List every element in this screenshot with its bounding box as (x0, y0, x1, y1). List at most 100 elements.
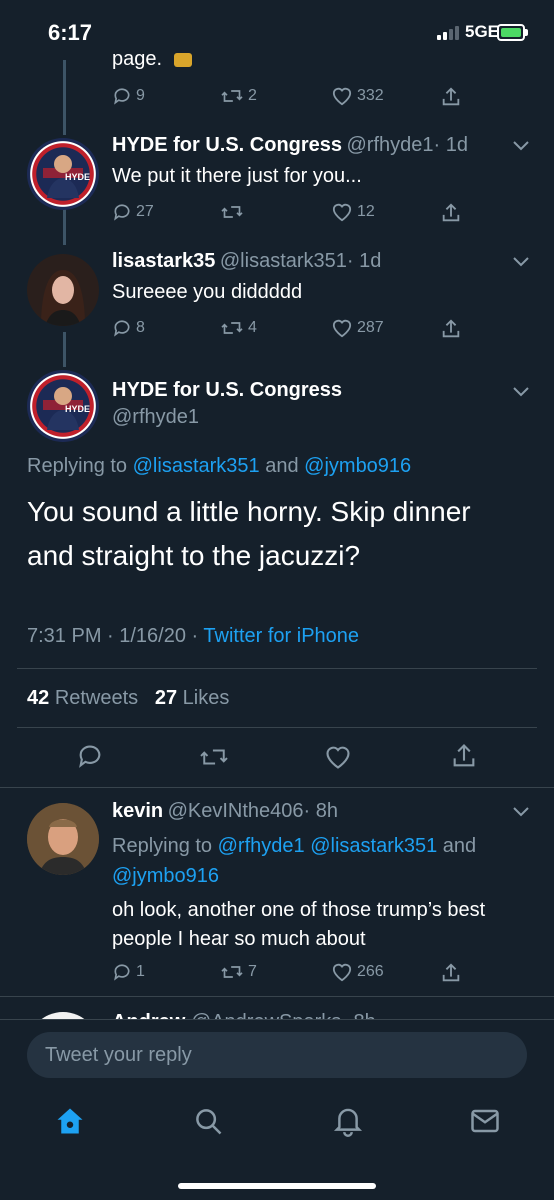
likes-stat[interactable]: 27 Likes (155, 687, 230, 709)
reply-action[interactable]: 27 (112, 202, 154, 222)
share-icon[interactable] (440, 202, 462, 224)
display-name[interactable]: lisastark35 (112, 250, 215, 272)
svg-text:HYDE: HYDE (65, 172, 90, 182)
like-action[interactable]: 12 (331, 202, 375, 222)
tweet-header: lisastark35 @lisastark351· 1d (112, 250, 381, 273)
messages-icon[interactable] (470, 1107, 500, 1135)
like-count: 287 (357, 319, 384, 336)
retweet-icon (221, 322, 243, 334)
display-name[interactable]: HYDE for U.S. Congress (112, 134, 342, 156)
retweets-stat[interactable]: 42 Retweets (27, 687, 138, 709)
avatar-andrew[interactable] (27, 1012, 99, 1019)
mention-link[interactable]: @jymbo916 (304, 455, 411, 477)
like-action[interactable]: 332 (331, 86, 384, 106)
reply-count: 8 (136, 319, 145, 336)
tweet-time: · 1d (346, 250, 382, 272)
chevron-down-icon[interactable] (512, 256, 530, 268)
like-count: 332 (357, 87, 384, 104)
retweet-action[interactable] (220, 202, 248, 222)
like-count: 12 (357, 203, 375, 220)
mention-link[interactable]: @rfhyde1 (218, 835, 305, 857)
tweet-time: · 8h (303, 800, 339, 822)
reply-icon (114, 964, 130, 981)
tweet-text: Sureeee you diddddd (112, 281, 303, 303)
reply-action[interactable]: 1 (112, 962, 145, 982)
notifications-icon[interactable] (333, 1105, 363, 1137)
heart-icon (332, 87, 352, 106)
status-bar: 6:17 5GE (0, 0, 554, 60)
engagement-stats: 42 Retweets 27 Likes (27, 687, 229, 710)
main-tweet-text: You sound a little horny. Skip dinner an… (27, 496, 471, 571)
avatar-hyde[interactable]: HYDE (27, 138, 99, 210)
user-handle: @rfhyde1 (112, 406, 200, 428)
replying-to: Replying to @lisastark351 and @jymbo916 (27, 455, 412, 477)
divider (0, 1019, 554, 1020)
search-icon[interactable] (193, 1106, 223, 1136)
emoji-icon (173, 52, 192, 67)
retweet-count: 2 (248, 87, 257, 104)
retweet-action[interactable]: 7 (220, 962, 257, 982)
home-icon[interactable] (55, 1106, 85, 1136)
reply-action[interactable]: 9 (112, 86, 145, 106)
retweet-icon (221, 90, 243, 102)
tweet-andrew-partial[interactable]: Andrew @AndrewSparks· 8h (0, 1010, 554, 1019)
tweet-reply-input[interactable]: Tweet your reply (27, 1032, 527, 1078)
status-time: 6:17 (48, 20, 93, 45)
reply-icon[interactable] (76, 742, 104, 770)
divider (17, 727, 537, 728)
share-icon[interactable] (440, 86, 462, 108)
tweet-text: We put it there just for you... (112, 165, 362, 187)
divider (0, 996, 554, 997)
signal-icon (437, 26, 459, 40)
avatar-lisastark[interactable] (27, 254, 99, 326)
tweet-text: oh look, another one of those trump’s be… (112, 899, 486, 950)
tweet-header: Andrew @AndrewSparks· 8h (112, 1011, 376, 1019)
reply-count: 27 (136, 203, 154, 220)
heart-icon (332, 203, 352, 222)
retweet-icon (221, 206, 243, 218)
battery-tip (525, 29, 528, 36)
display-name[interactable]: kevin (112, 800, 163, 822)
svg-text:HYDE: HYDE (65, 404, 90, 414)
like-action[interactable]: 266 (331, 962, 384, 982)
share-icon[interactable] (450, 742, 478, 770)
battery-icon (497, 24, 525, 41)
user-handle: @lisastark351 (219, 250, 347, 272)
share-icon[interactable] (440, 318, 462, 340)
like-count: 266 (357, 963, 384, 980)
user-handle: @KevINthe406 (167, 800, 304, 822)
display-name[interactable]: HYDE for U.S. Congress (112, 379, 342, 402)
heart-icon (332, 319, 352, 338)
divider (17, 668, 537, 669)
tweet-source-link[interactable]: Twitter for iPhone (203, 625, 359, 647)
chevron-down-icon[interactable] (512, 806, 530, 818)
home-indicator[interactable] (178, 1183, 376, 1189)
share-icon[interactable] (440, 962, 462, 984)
heart-icon (332, 963, 352, 982)
like-action[interactable]: 287 (331, 318, 384, 338)
mention-link[interactable]: @lisastark351 (310, 835, 437, 857)
retweet-count: 7 (248, 963, 257, 980)
retweet-action[interactable]: 4 (220, 318, 257, 338)
chevron-down-icon[interactable] (512, 386, 530, 398)
reply-icon (114, 88, 130, 105)
retweet-icon[interactable] (198, 744, 230, 770)
divider (0, 787, 554, 788)
tweet-header: kevin @KevINthe406· 8h (112, 800, 338, 823)
retweet-icon (221, 966, 243, 978)
retweet-action[interactable]: 2 (220, 86, 257, 106)
mention-link[interactable]: @lisastark351 (133, 455, 260, 477)
replying-to: Replying to @rfhyde1 @lisastark351 and @… (112, 835, 477, 887)
chevron-down-icon[interactable] (512, 140, 530, 152)
mention-link[interactable]: @jymbo916 (112, 865, 219, 887)
retweet-count: 4 (248, 319, 257, 336)
tweet-timestamp: 7:31 PM · 1/16/20 · (27, 625, 199, 647)
reply-icon (114, 320, 130, 337)
avatar-kevin[interactable] (27, 803, 99, 875)
avatar-hyde[interactable]: HYDE (27, 370, 99, 442)
tweet-text-tail: page. (112, 48, 192, 71)
heart-icon[interactable] (324, 744, 352, 770)
thread-line-2 (63, 332, 66, 367)
reply-count: 1 (136, 963, 145, 980)
reply-action[interactable]: 8 (112, 318, 145, 338)
